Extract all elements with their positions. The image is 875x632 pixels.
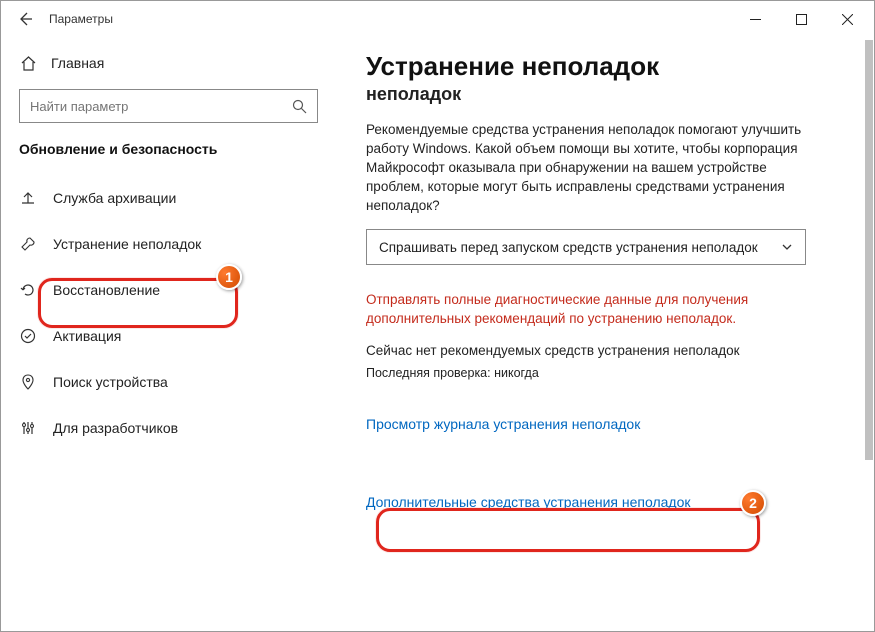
back-button[interactable] [5,1,45,37]
close-button[interactable] [824,1,870,37]
wrench-icon [19,235,37,253]
chevron-down-icon [781,241,793,253]
body-area: Главная Обновление и безопасность Служба… [1,37,874,631]
last-check-value: никогда [494,366,539,380]
troubleshoot-frequency-dropdown[interactable]: Спрашивать перед запуском средств устран… [366,229,806,265]
home-icon [19,54,37,72]
sidebar-home-label: Главная [51,55,104,71]
close-icon [842,14,853,25]
check-circle-icon [19,327,37,345]
diagnostic-data-link[interactable]: Отправлять полные диагностические данные… [366,291,806,329]
minimize-button[interactable] [732,1,778,37]
sidebar-item-label: Устранение неполадок [53,236,201,252]
page-subtitle: неполадок [366,84,844,105]
sidebar-item-activation[interactable]: Активация [1,313,336,359]
location-icon [19,373,37,391]
history-link[interactable]: Просмотр журнала устранения неполадок [366,416,640,432]
minimize-icon [750,14,761,25]
sidebar-item-label: Восстановление [53,282,160,298]
sidebar-section-title: Обновление и безопасность [1,137,336,175]
window-title: Параметры [49,12,113,26]
sidebar-item-label: Для разработчиков [53,420,178,436]
search-icon [292,99,307,114]
sidebar-item-label: Служба архивации [53,190,176,206]
sidebar-item-backup[interactable]: Служба архивации [1,175,336,221]
sidebar-item-label: Активация [53,328,121,344]
recovery-icon [19,281,37,299]
maximize-button[interactable] [778,1,824,37]
window-controls [732,1,870,37]
annotation-marker-2: 2 [740,490,766,516]
settings-window: Параметры Главная Обновление и безопасно… [0,0,875,632]
annotation-marker-1: 1 [216,264,242,290]
arrow-left-icon [17,11,33,27]
dropdown-value: Спрашивать перед запуском средств устран… [379,240,781,255]
sidebar: Главная Обновление и безопасность Служба… [1,37,336,631]
scrollbar-track[interactable] [861,36,875,632]
page-description: Рекомендуемые средства устранения непола… [366,121,806,215]
maximize-icon [796,14,807,25]
search-box[interactable] [19,89,318,123]
sidebar-item-find-device[interactable]: Поиск устройства [1,359,336,405]
last-check-label: Последняя проверка: [366,366,491,380]
sidebar-item-label: Поиск устройства [53,374,168,390]
no-recommended-text: Сейчас нет рекомендуемых средств устране… [366,343,844,358]
upload-icon [19,189,37,207]
sidebar-nav-list: Служба архивации Устранение неполадок Во… [1,175,336,451]
scrollbar-thumb[interactable] [865,40,873,460]
last-check: Последняя проверка: никогда [366,366,844,380]
sidebar-item-recovery[interactable]: Восстановление [1,267,336,313]
titlebar: Параметры [1,1,874,37]
main-content: Устранение неполадок неполадок Рекоменду… [336,37,874,631]
search-input[interactable] [30,99,292,114]
search-wrap [19,89,318,123]
sliders-icon [19,419,37,437]
page-title: Устранение неполадок [366,51,844,82]
sidebar-item-troubleshoot[interactable]: Устранение неполадок [1,221,336,267]
sidebar-item-developers[interactable]: Для разработчиков [1,405,336,451]
additional-troubleshooters-link[interactable]: Дополнительные средства устранения непол… [366,494,691,510]
sidebar-home[interactable]: Главная [1,43,336,83]
